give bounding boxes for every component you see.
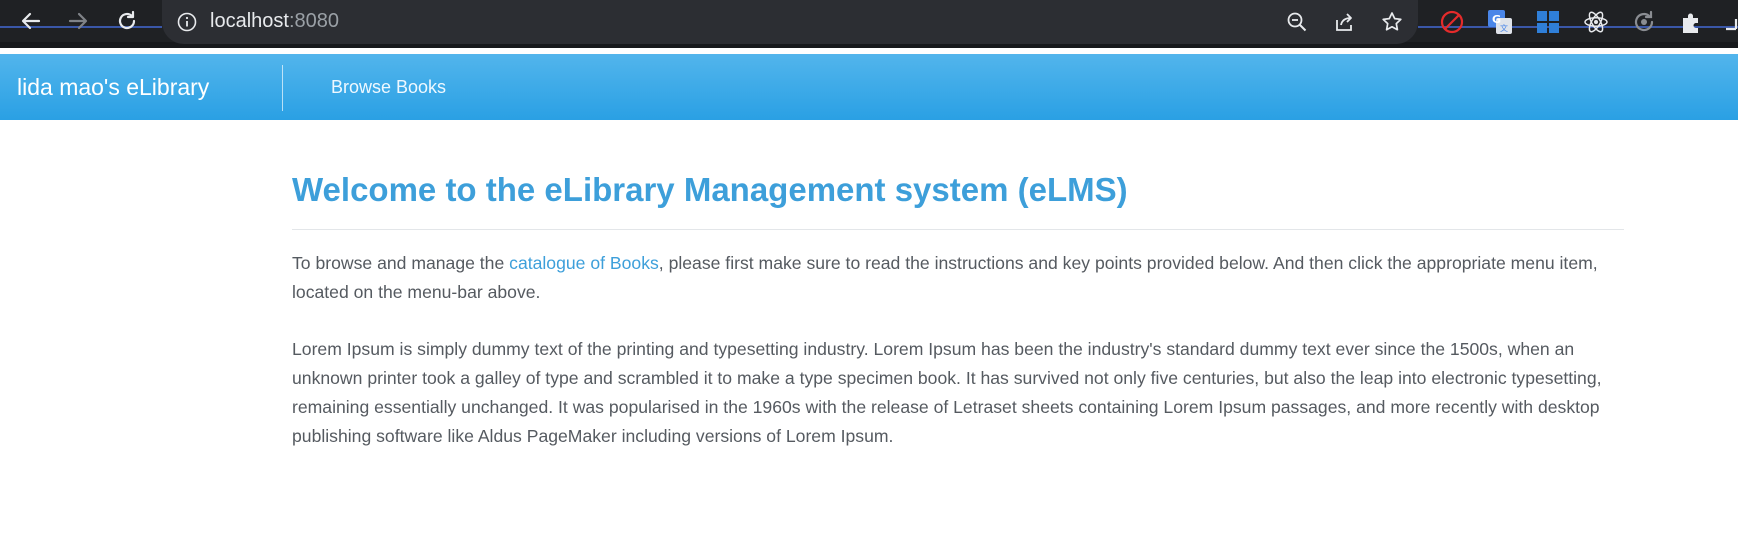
zoom-out-icon[interactable] (1285, 10, 1309, 34)
translate-extension-icon[interactable]: G文 (1487, 9, 1513, 35)
body-paragraph: Lorem Ipsum is simply dummy text of the … (292, 339, 1602, 446)
reload-icon[interactable] (113, 7, 141, 35)
address-bar[interactable]: localhost:8080 (162, 0, 1418, 44)
overflow-edge-icon[interactable] (1722, 9, 1738, 35)
url-port: :8080 (288, 10, 339, 32)
blocker-extension-icon[interactable] (1439, 9, 1465, 35)
react-devtools-icon[interactable] (1583, 9, 1609, 35)
browser-toolbar: localhost:8080 G文 (0, 0, 1738, 48)
intro-paragraph: To browse and manage the catalogue of Bo… (292, 249, 1624, 307)
windows-extension-icon[interactable] (1535, 9, 1561, 35)
back-icon[interactable] (17, 7, 45, 35)
page-title: Welcome to the eLibrary Management syste… (292, 171, 1128, 208)
app-navbar: lida mao's eLibrary Browse Books (0, 54, 1738, 120)
extensions-puzzle-icon[interactable] (1679, 9, 1705, 35)
app-brand[interactable]: lida mao's eLibrary (17, 73, 209, 101)
url-host: localhost (210, 10, 289, 32)
nav-link-browse-books[interactable]: Browse Books (331, 75, 446, 99)
navbar-divider (282, 65, 283, 111)
share-icon[interactable] (1332, 10, 1356, 34)
forward-icon[interactable] (64, 7, 92, 35)
svg-text:文: 文 (1500, 23, 1508, 33)
catalogue-link[interactable]: catalogue of Books (509, 253, 659, 273)
url-text[interactable]: localhost:8080 (210, 9, 339, 33)
intro-text-before: To browse and manage the (292, 253, 510, 273)
bookmark-star-icon[interactable] (1380, 10, 1404, 34)
title-divider (292, 229, 1624, 230)
sync-extension-icon[interactable] (1631, 9, 1657, 35)
site-info-icon[interactable] (176, 11, 198, 33)
